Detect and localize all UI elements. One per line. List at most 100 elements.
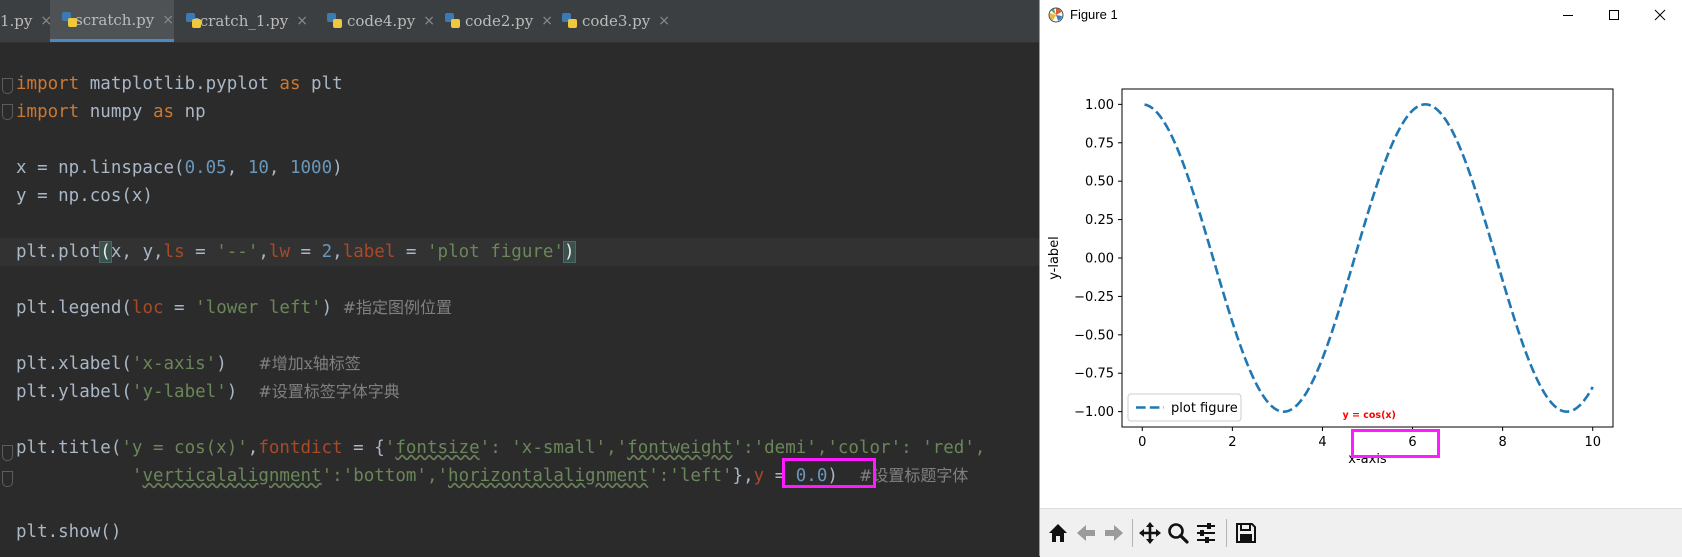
fold-marker-icon[interactable] bbox=[2, 471, 13, 487]
code-token: lw bbox=[268, 242, 290, 262]
code-token: plt.xlabel( bbox=[16, 354, 132, 374]
code-comment: #增加x轴标签 bbox=[258, 354, 361, 373]
close-icon[interactable]: × bbox=[296, 13, 308, 29]
code-comment: #指定图例位置 bbox=[342, 298, 453, 317]
python-file-icon bbox=[562, 13, 577, 29]
close-window-button[interactable] bbox=[1637, 0, 1682, 30]
pan-icon bbox=[1139, 522, 1161, 544]
fold-marker-icon[interactable] bbox=[2, 104, 13, 120]
y-tick-label: 0.50 bbox=[1085, 175, 1114, 190]
tab-label: scratch_1.py bbox=[192, 12, 289, 30]
tab-label: scratch.py bbox=[75, 10, 155, 29]
code-token: }, bbox=[732, 466, 754, 486]
code-token: ' bbox=[648, 466, 659, 486]
configure-subplots-button[interactable] bbox=[1192, 519, 1220, 547]
y-tick-label: 0.00 bbox=[1085, 252, 1114, 267]
code-token: ' bbox=[437, 466, 449, 486]
code-editor-panel: 1.py × scratch.py × scratch_1.py × code4… bbox=[0, 0, 1040, 556]
code-line-3[interactable]: x = np.linspace(0.05, 10, 1000) bbox=[16, 154, 343, 182]
y-axis-label: y-label bbox=[1047, 236, 1062, 280]
matched-brace: ) bbox=[563, 241, 576, 263]
window-title: Figure 1 bbox=[1070, 7, 1118, 22]
code-token: verticalalignment bbox=[142, 466, 322, 486]
y-tick-label: 0.75 bbox=[1085, 136, 1114, 151]
code-token: plt.show() bbox=[16, 522, 122, 542]
close-icon[interactable]: × bbox=[658, 13, 670, 29]
fold-marker-icon[interactable] bbox=[2, 78, 13, 94]
navigation-toolbar bbox=[1040, 508, 1682, 557]
code-token: , bbox=[226, 158, 248, 178]
figure-window: Figure 1 0 2 4 6 8 10 −1.00 −0.75 −0.50 −0.25 0.00… bbox=[1039, 0, 1682, 557]
fold-marker-icon[interactable] bbox=[2, 445, 13, 461]
code-line-5[interactable]: plt.plot(x, y,ls = '--',lw = 2,label = '… bbox=[16, 238, 576, 266]
code-line-7[interactable]: plt.xlabel('x-axis') #增加x轴标签 bbox=[16, 350, 361, 378]
minimize-button[interactable] bbox=[1545, 0, 1591, 30]
tab-code4-py[interactable]: code4.py × bbox=[327, 0, 435, 42]
code-token: 'y = cos(x)' bbox=[121, 438, 248, 458]
code-line-6[interactable]: plt.legend(loc = 'lower left') #指定图例位置 bbox=[16, 294, 452, 322]
forward-button[interactable] bbox=[1100, 519, 1128, 547]
code-token: y = np.cos(x) bbox=[16, 186, 153, 206]
tab-code3-py[interactable]: code3.py × bbox=[562, 0, 670, 42]
y-tick-label: −0.25 bbox=[1074, 290, 1114, 305]
tab-label: code2.py bbox=[464, 12, 534, 30]
editor-tab-bar: 1.py × scratch.py × scratch_1.py × code4… bbox=[0, 0, 1040, 43]
code-token: ' bbox=[131, 466, 143, 486]
code-token: , bbox=[268, 158, 290, 178]
zoom-button[interactable] bbox=[1164, 519, 1192, 547]
code-token: ls bbox=[163, 242, 185, 262]
code-token: np bbox=[174, 102, 206, 122]
tab-1-py[interactable]: 1.py × bbox=[0, 0, 52, 42]
close-icon[interactable]: × bbox=[162, 12, 174, 28]
code-comment: #设置标签字体字典 bbox=[258, 382, 400, 401]
tab-label: code3.py bbox=[581, 12, 651, 30]
code-token: ' bbox=[321, 466, 333, 486]
code-token: ) bbox=[216, 354, 259, 374]
code-token: 'lower left' bbox=[195, 298, 322, 318]
series-line-plot-figure[interactable] bbox=[1144, 103, 1594, 413]
close-icon[interactable]: × bbox=[423, 13, 435, 29]
close-icon[interactable]: × bbox=[541, 13, 553, 29]
code-token: matplotlib.pyplot bbox=[79, 74, 280, 94]
code-token: = bbox=[184, 242, 217, 262]
code-line-11[interactable]: plt.show() bbox=[16, 518, 121, 546]
code-line-1[interactable]: import matplotlib.pyplot as plt bbox=[16, 70, 343, 98]
code-token: 'plot figure' bbox=[427, 242, 564, 262]
code-token: , bbox=[332, 242, 343, 262]
code-token: x, y, bbox=[110, 242, 164, 262]
y-tick-label: −1.00 bbox=[1074, 405, 1114, 420]
tab-label: 1.py bbox=[0, 12, 33, 30]
code-line-2[interactable]: import numpy as np bbox=[16, 98, 206, 126]
window-titlebar[interactable]: Figure 1 bbox=[1040, 0, 1682, 30]
code-token: :'bottom', bbox=[332, 466, 438, 486]
forward-arrow-icon bbox=[1105, 525, 1123, 541]
toolbar-separator bbox=[1132, 519, 1133, 547]
back-button[interactable] bbox=[1072, 519, 1100, 547]
annotation-highlight-box bbox=[1351, 429, 1440, 458]
code-token: 10 bbox=[247, 158, 269, 178]
code-token: ' bbox=[384, 438, 396, 458]
legend-label: plot figure bbox=[1171, 401, 1238, 416]
tab-code2-py[interactable]: code2.py × bbox=[445, 0, 553, 42]
code-token: = bbox=[395, 242, 427, 262]
code-line-8[interactable]: plt.ylabel('y-label') #设置标签字体字典 bbox=[16, 378, 400, 406]
zoom-icon bbox=[1168, 523, 1189, 544]
x-tick-label: 10 bbox=[1584, 435, 1601, 450]
x-tick-label: 8 bbox=[1498, 435, 1506, 450]
code-token: numpy bbox=[79, 102, 153, 122]
y-tick-label: −0.75 bbox=[1074, 367, 1114, 382]
home-button[interactable] bbox=[1044, 519, 1072, 547]
code-line-4[interactable]: y = np.cos(x) bbox=[16, 182, 153, 210]
code-token: ' bbox=[732, 438, 744, 458]
tab-scratch-1-py[interactable]: scratch_1.py × bbox=[186, 0, 308, 42]
maximize-button[interactable] bbox=[1591, 0, 1637, 30]
code-token: fontdict bbox=[258, 438, 343, 458]
pan-button[interactable] bbox=[1136, 519, 1164, 547]
code-token: 0.05 bbox=[184, 158, 227, 178]
code-token: import bbox=[16, 102, 80, 122]
tab-scratch-py[interactable]: scratch.py × bbox=[50, 0, 174, 42]
code-token: ) bbox=[321, 298, 343, 318]
x-tick-label: 0 bbox=[1138, 435, 1146, 450]
code-token: y bbox=[753, 466, 765, 486]
save-button[interactable] bbox=[1232, 519, 1260, 547]
